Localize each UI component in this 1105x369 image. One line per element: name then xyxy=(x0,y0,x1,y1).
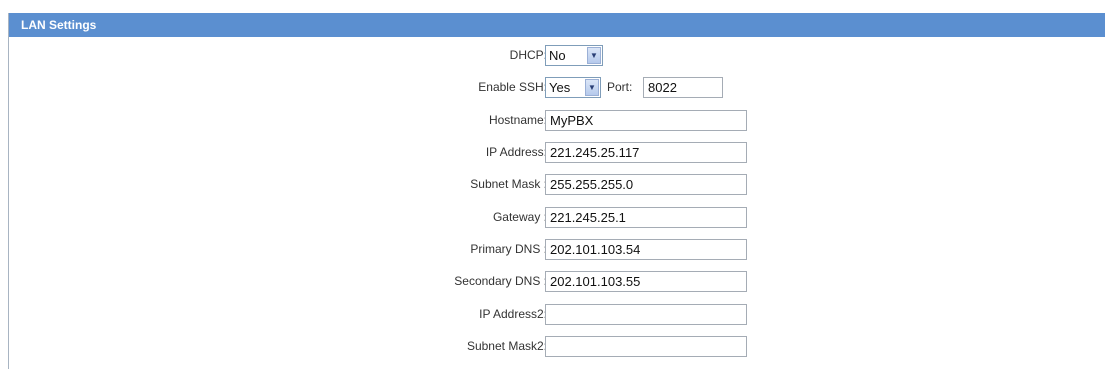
secondary-dns-row: Secondary DNS : xyxy=(9,268,1105,294)
ssh-row: Enable SSH: Yes ▼ Port: xyxy=(9,74,1105,100)
hostname-label: Hostname: xyxy=(488,113,547,127)
subnet-mask2-row: Subnet Mask2: xyxy=(9,333,1105,359)
ip-address2-label: IP Address2: xyxy=(479,307,547,321)
dhcp-select[interactable]: No ▼ xyxy=(545,45,603,66)
ip-address2-input[interactable] xyxy=(545,304,747,325)
hostname-input[interactable] xyxy=(545,110,747,131)
port-label: Port: xyxy=(607,80,633,94)
lan-settings-panel: LAN Settings DHCP: No ▼ Enable SSH: Yes … xyxy=(8,13,1105,369)
primary-dns-row: Primary DNS : xyxy=(9,236,1105,262)
gateway-row: Gateway : xyxy=(9,204,1105,230)
dhcp-select-value: No xyxy=(549,48,566,63)
chevron-down-icon[interactable]: ▼ xyxy=(585,79,599,96)
subnet-mask2-input[interactable] xyxy=(545,336,747,357)
ip-address-label: IP Address: xyxy=(485,145,547,159)
primary-dns-label: Primary DNS : xyxy=(470,242,547,256)
dhcp-row: DHCP: No ▼ xyxy=(9,42,1105,68)
enable-ssh-select-value: Yes xyxy=(549,80,571,95)
hostname-row: Hostname: xyxy=(9,107,1105,133)
secondary-dns-label: Secondary DNS : xyxy=(454,274,547,288)
subnet-mask-label: Subnet Mask : xyxy=(470,177,547,191)
gateway-label: Gateway : xyxy=(492,210,547,224)
ip-address2-row: IP Address2: xyxy=(9,301,1105,327)
subnet-mask-input[interactable] xyxy=(545,174,747,195)
dhcp-label: DHCP: xyxy=(509,48,547,62)
panel-title: LAN Settings xyxy=(9,13,1105,37)
ssh-port-input[interactable] xyxy=(643,77,723,98)
primary-dns-input[interactable] xyxy=(545,239,747,260)
ip-address-row: IP Address: xyxy=(9,139,1105,165)
secondary-dns-input[interactable] xyxy=(545,271,747,292)
subnet-mask2-label: Subnet Mask2: xyxy=(466,339,547,353)
subnet-mask-row: Subnet Mask : xyxy=(9,171,1105,197)
enable-ssh-select[interactable]: Yes ▼ xyxy=(545,77,601,98)
ip-address-input[interactable] xyxy=(545,142,747,163)
gateway-input[interactable] xyxy=(545,207,747,228)
enable-ssh-label: Enable SSH: xyxy=(478,80,547,94)
chevron-down-icon[interactable]: ▼ xyxy=(587,47,601,64)
